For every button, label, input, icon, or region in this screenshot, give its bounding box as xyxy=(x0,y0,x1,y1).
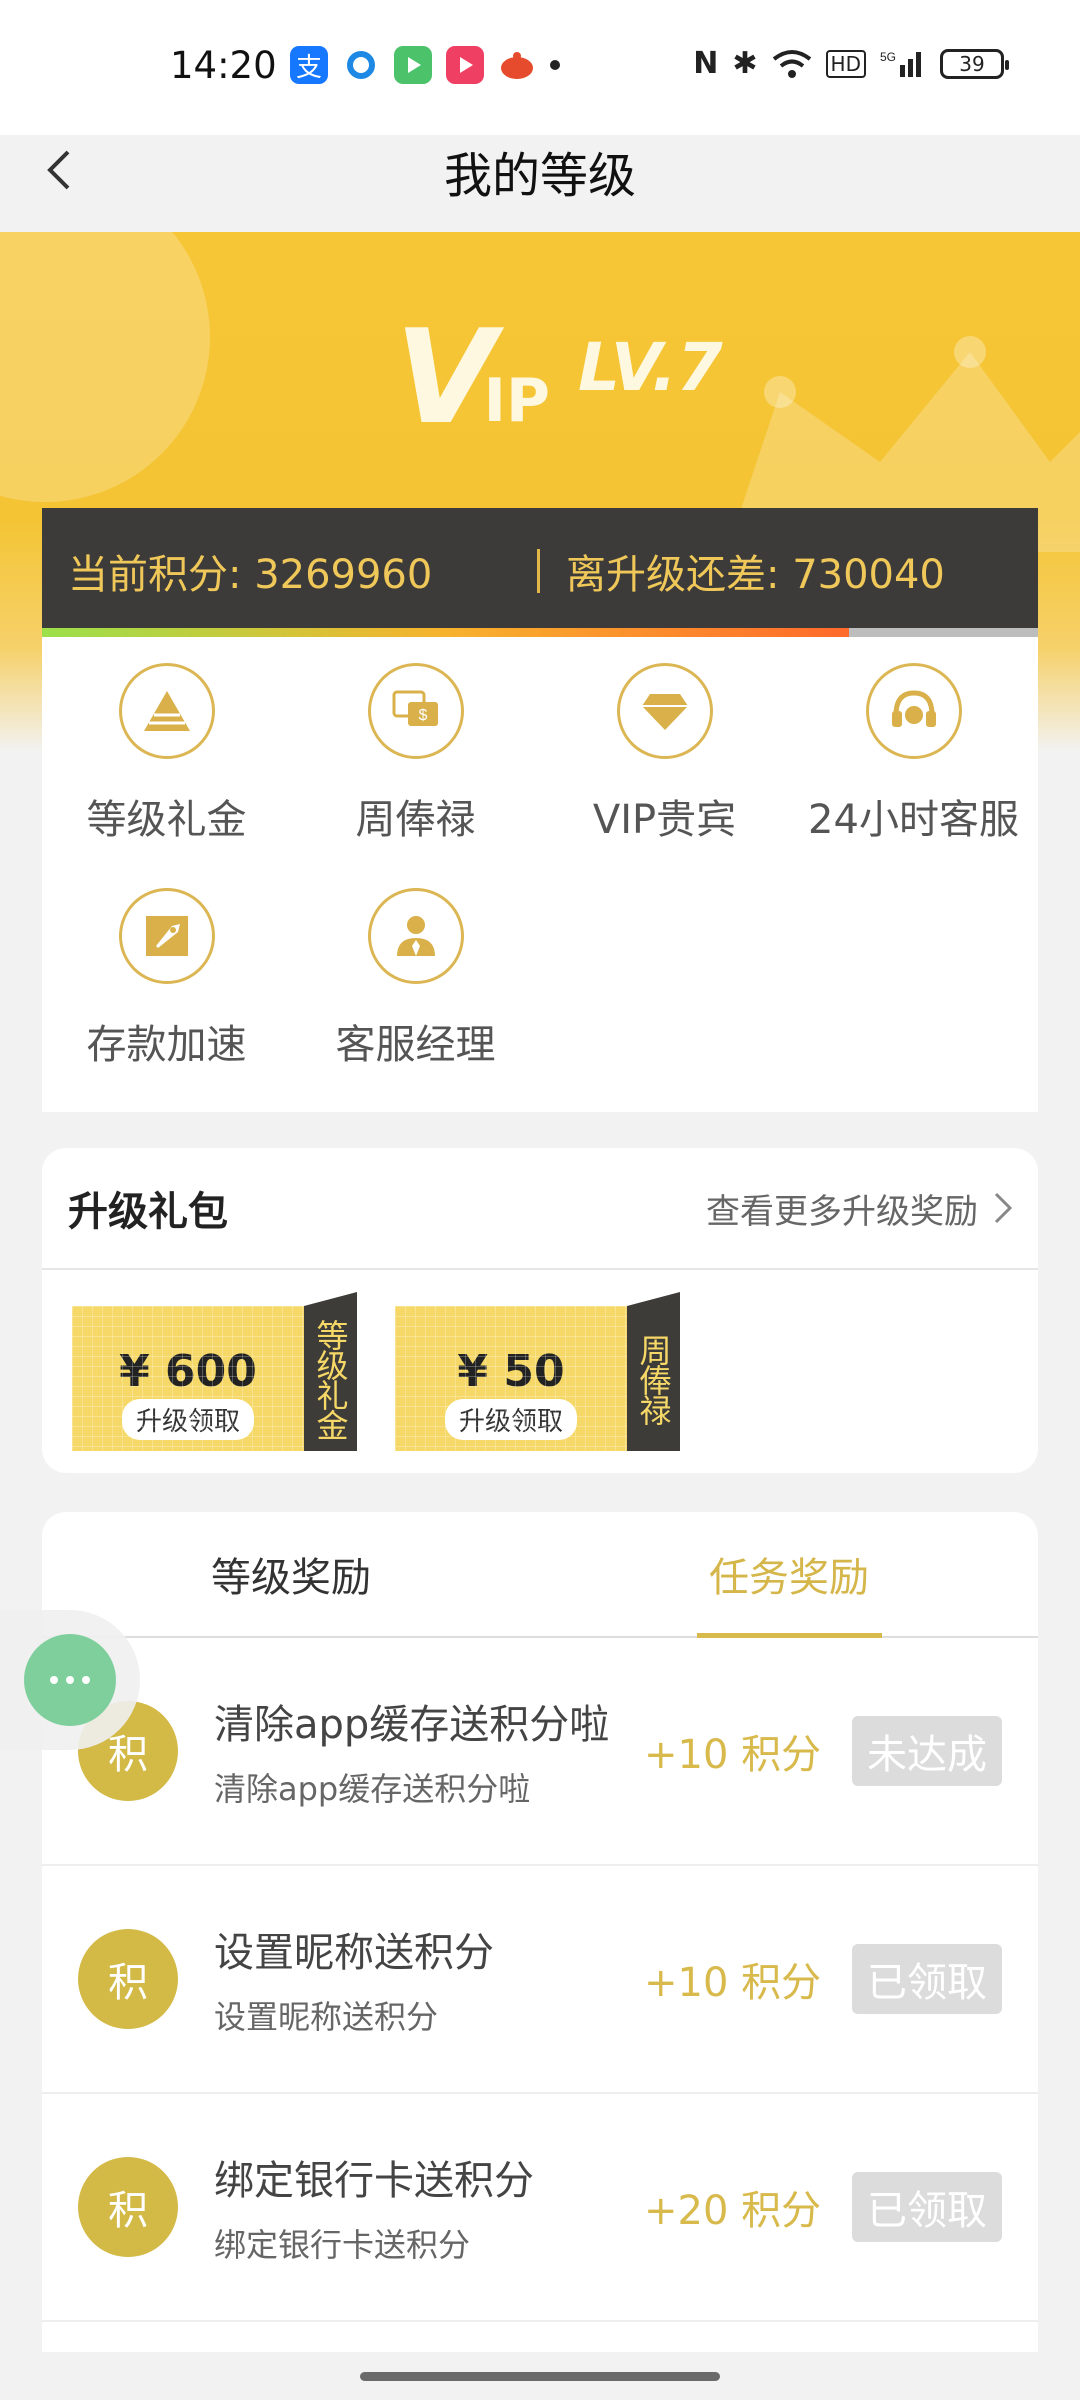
vip-level: LV.7 xyxy=(577,329,723,406)
privilege-label: 存款加速 xyxy=(86,1022,247,1068)
rocket-icon xyxy=(118,888,215,984)
privilege-label: 客服经理 xyxy=(335,1022,496,1068)
tab-task-rewards[interactable]: 任务奖励 xyxy=(540,1512,1038,1636)
more-dots-icon xyxy=(24,1634,116,1726)
voucher-list: ¥ 600 升级领取 等级礼金 ¥ 50 升级领取 周俸禄 xyxy=(42,1270,1038,1451)
task-title: 绑定银行卡送积分 xyxy=(214,2158,534,2204)
task-reward: +20 积分 xyxy=(644,2188,822,2234)
task-status-button[interactable]: 已领取 xyxy=(852,1944,1002,2014)
view-more-rewards-label: 查看更多升级奖励 xyxy=(706,1191,978,1232)
diamond-icon xyxy=(616,663,713,759)
privilege-label: VIP贵宾 xyxy=(592,797,737,843)
voucher-claim-button[interactable]: 升级领取 xyxy=(444,1398,577,1440)
upgrade-gift-header: 升级礼包 查看更多升级奖励 xyxy=(42,1148,1038,1270)
task-row: 积 设置昵称送积分 设置昵称送积分 +10 积分 已领取 xyxy=(42,1866,1038,2094)
task-title: 清除app缓存送积分啦 xyxy=(214,1702,610,1748)
points-bar: 当前积分: 3269960 离升级还差: 730040 xyxy=(42,508,1038,633)
privilege-label: 24小时客服 xyxy=(808,797,1019,843)
tab-level-rewards[interactable]: 等级奖励 xyxy=(42,1512,540,1636)
vip-logo-v: V xyxy=(395,301,496,453)
hero-decoration-circle xyxy=(0,232,210,502)
task-subtitle: 清除app缓存送积分啦 xyxy=(214,1770,531,1808)
task-subtitle: 绑定银行卡送积分 xyxy=(214,2226,471,2264)
manager-icon xyxy=(367,888,464,984)
privilege-deposit-boost[interactable]: 存款加速 xyxy=(42,888,291,1113)
chevron-right-icon xyxy=(994,1192,1013,1224)
task-row: 积 清除app缓存送积分啦 清除app缓存送积分啦 +10 积分 未达成 xyxy=(42,1638,1038,1866)
pyramid-icon xyxy=(118,663,215,759)
header: 我的等级 xyxy=(0,0,1080,232)
task-status-button[interactable]: 未达成 xyxy=(852,1716,1002,1786)
rewards-tabs: 等级奖励 任务奖励 xyxy=(42,1512,1038,1638)
level-progress-fill xyxy=(42,628,849,637)
voucher-level-bonus[interactable]: ¥ 600 升级领取 等级礼金 xyxy=(72,1292,357,1451)
task-reward: +10 积分 xyxy=(644,1960,822,2006)
current-points: 当前积分: 3269960 xyxy=(68,551,433,598)
svg-text:$: $ xyxy=(418,707,427,724)
upgrade-gift-card: 升级礼包 查看更多升级奖励 ¥ 600 升级领取 等级礼金 ¥ 50 升级领取 … xyxy=(42,1148,1038,1473)
task-text: 绑定银行卡送积分 绑定银行卡送积分 xyxy=(214,2148,634,2266)
privilege-24h-service[interactable]: 24小时客服 xyxy=(789,663,1038,888)
privilege-account-manager[interactable]: 客服经理 xyxy=(291,888,540,1113)
privileges-grid: 等级礼金 $ 周俸禄 VIP贵宾 24小时客服 存款加速 客服经理 xyxy=(42,637,1038,1112)
voucher-side-label: 等级礼金 xyxy=(304,1306,357,1451)
vip-logo: V IP LV.7 xyxy=(395,312,723,442)
points-badge: 积 xyxy=(78,1929,178,2029)
task-subtitle: 设置昵称送积分 xyxy=(214,1998,439,2036)
page-title: 我的等级 xyxy=(443,148,636,204)
voucher-amount: ¥ 600 xyxy=(119,1345,257,1397)
voucher-claim-button[interactable]: 升级领取 xyxy=(121,1398,254,1440)
task-reward: +10 积分 xyxy=(644,1732,822,1778)
view-more-rewards-link[interactable]: 查看更多升级奖励 xyxy=(706,1184,1014,1233)
privilege-weekly-salary[interactable]: $ 周俸禄 xyxy=(291,663,540,888)
voucher-tab xyxy=(304,1292,357,1306)
voucher-main: ¥ 50 升级领取 xyxy=(395,1306,627,1451)
voucher-side-label: 周俸禄 xyxy=(627,1306,680,1451)
voucher-main: ¥ 600 升级领取 xyxy=(72,1306,304,1451)
headset-icon xyxy=(865,663,962,759)
privilege-label: 周俸禄 xyxy=(355,797,476,843)
upgrade-gift-title: 升级礼包 xyxy=(68,1189,228,1235)
salary-chat-icon: $ xyxy=(367,663,464,759)
points-to-upgrade: 离升级还差: 730040 xyxy=(566,551,945,598)
task-title: 设置昵称送积分 xyxy=(214,1930,494,1976)
task-text: 设置昵称送积分 设置昵称送积分 xyxy=(214,1920,634,2038)
home-indicator[interactable] xyxy=(360,2372,720,2381)
voucher-amount: ¥ 50 xyxy=(457,1345,565,1397)
privilege-vip-guest[interactable]: VIP贵宾 xyxy=(540,663,789,888)
rewards-card: 等级奖励 任务奖励 积 清除app缓存送积分啦 清除app缓存送积分啦 +10 … xyxy=(42,1512,1038,2352)
vip-logo-ip: IP xyxy=(483,366,550,436)
task-row: 积 绑定银行卡送积分 绑定银行卡送积分 +20 积分 已领取 xyxy=(42,2094,1038,2322)
voucher-weekly-salary[interactable]: ¥ 50 升级领取 周俸禄 xyxy=(395,1292,680,1451)
task-status-button[interactable]: 已领取 xyxy=(852,2172,1002,2242)
privilege-label: 等级礼金 xyxy=(86,797,247,843)
task-text: 清除app缓存送积分啦 清除app缓存送积分啦 xyxy=(214,1692,634,1810)
points-badge: 积 xyxy=(78,2157,178,2257)
level-progress-bar xyxy=(42,628,1038,637)
voucher-tab xyxy=(627,1292,680,1306)
floating-menu-button[interactable] xyxy=(0,1610,140,1750)
privilege-level-bonus[interactable]: 等级礼金 xyxy=(42,663,291,888)
